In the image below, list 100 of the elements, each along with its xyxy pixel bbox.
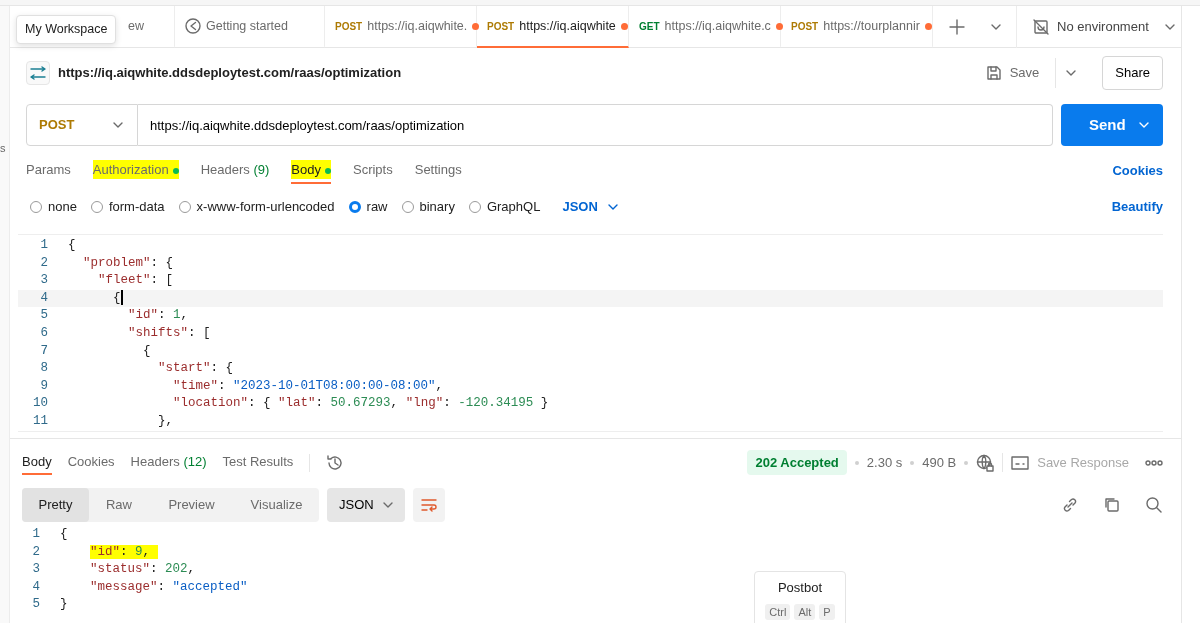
request-tab[interactable]: POST https://tourplannir <box>781 6 933 48</box>
code-line: "location": { "lat": 50.67293, "lng": -120.34195 } <box>172 395 549 413</box>
line-number: 5 <box>39 307 49 325</box>
body-type-radio[interactable]: GraphQL <box>468 197 541 217</box>
response-tab[interactable]: Body <box>22 449 52 476</box>
code-line: "problem": { <box>82 254 174 272</box>
line-number: 7 <box>39 342 49 360</box>
code-line: { <box>142 342 151 360</box>
line-number: 6 <box>39 324 49 342</box>
more-button[interactable] <box>1145 458 1163 467</box>
url-field[interactable]: https://iq.aiqwhite.ddsdeploytest.com/raas/optimization <box>138 104 1053 146</box>
copy-icon <box>1103 496 1121 514</box>
plus-icon <box>949 18 965 35</box>
history-icon <box>326 453 345 472</box>
response-size: 490 B <box>922 453 957 472</box>
method-label: POST <box>791 19 819 34</box>
response-tab[interactable]: Test Results <box>222 449 294 476</box>
postbot-label: Postbot <box>777 579 823 597</box>
response-time: 2.30 s <box>866 453 903 472</box>
keyboard-key: P <box>819 603 835 620</box>
request-tab[interactable]: POST https://iq.aiqwhite. <box>325 6 477 48</box>
code-line: "message": "accepted" <box>89 578 248 596</box>
http-arrows-icon <box>29 66 47 80</box>
request-section-tab[interactable]: Settings <box>414 158 462 184</box>
more-icon <box>1145 458 1163 467</box>
status-badge: 202 Accepted <box>747 449 847 476</box>
body-type-radio[interactable]: form-data <box>90 197 165 217</box>
request-tab[interactable]: Getting started <box>175 6 325 48</box>
request-body-editor[interactable]: 1 { 2 "problem": { 3 "fleet": [ 4 { 5 "id": 1, 6 "shifts": [ 7 { 8 "start": { 9 "time": "2023-10-01T08:00:00-08:00", 10 "location": { "lat": 50.67293, "lng": -120.34195 } 11 }, <box>18 234 1163 432</box>
request-section-tab[interactable]: Scripts <box>353 158 393 184</box>
code-line: "id": 1, <box>127 307 189 325</box>
tooltip: My Workspace <box>16 15 117 44</box>
history-button[interactable] <box>309 453 345 472</box>
request-section-tab[interactable]: Headers (9) <box>200 158 270 184</box>
body-type-radio[interactable]: x-www-form-urlencoded <box>178 197 335 217</box>
separator-dot <box>854 460 859 465</box>
request-section-tab[interactable]: Params <box>26 158 71 184</box>
line-number: 9 <box>39 377 49 395</box>
code-line: }, <box>157 412 174 430</box>
new-tab-button[interactable] <box>949 18 965 35</box>
method-label: POST <box>487 19 515 34</box>
tab-label: https://iq.aiqwhite <box>519 17 616 35</box>
tab-label: https://iq.aiqwhite.c <box>664 17 771 35</box>
response-format-dropdown[interactable]: JSON <box>327 488 405 522</box>
line-number: 8 <box>39 360 49 378</box>
request-title: https://iq.aiqwhite.ddsdeploytest.com/raas/optimization <box>58 64 402 83</box>
sidebar-text-fragment: s <box>0 142 6 154</box>
text-cursor <box>120 289 123 305</box>
line-number: 1 <box>31 526 41 543</box>
line-number: 10 <box>32 395 49 413</box>
method-label: GET <box>639 19 660 34</box>
beautify-link[interactable]: Beautify <box>1111 197 1163 217</box>
view-mode-tab[interactable]: Visualize <box>234 488 319 522</box>
code-line: "time": "2023-10-01T08:00:00-08:00", <box>172 377 444 395</box>
response-tab[interactable]: Headers (12) <box>130 449 207 476</box>
link-icon <box>1061 496 1079 514</box>
line-number: 2 <box>31 543 41 561</box>
tab-label: Getting started <box>206 17 288 35</box>
code-line: } <box>60 596 68 614</box>
request-tab[interactable]: GET https://iq.aiqwhite.c <box>629 6 781 48</box>
view-mode-tab[interactable]: Pretty <box>22 488 89 522</box>
search-icon <box>1145 496 1163 514</box>
line-number: 4 <box>31 578 41 596</box>
line-number: 3 <box>39 272 49 290</box>
cookies-link[interactable]: Cookies <box>1112 161 1163 181</box>
tab-label: https://tourplannir <box>823 17 920 35</box>
send-button[interactable]: Send <box>1061 104 1163 146</box>
copy-link-button[interactable] <box>1061 496 1079 514</box>
line-number: 2 <box>39 254 49 272</box>
separator-dot <box>910 460 915 465</box>
line-number: 1 <box>39 237 49 254</box>
save-button[interactable]: Save <box>985 63 1040 83</box>
response-tab[interactable]: Cookies <box>67 449 115 476</box>
copy-button[interactable] <box>1103 496 1121 514</box>
method-dropdown[interactable]: POST <box>26 104 138 146</box>
wrap-lines-icon <box>420 497 438 513</box>
postbot-popup[interactable]: Postbot Ctrl Alt P <box>754 571 846 623</box>
share-button[interactable]: Share <box>1102 56 1163 90</box>
request-tab[interactable]: POST https://iq.aiqwhite <box>477 6 629 48</box>
tab-label: https://iq.aiqwhite. <box>367 17 468 35</box>
view-mode-tab[interactable]: Preview <box>149 488 234 522</box>
environment-selector[interactable]: No environment <box>1016 5 1181 48</box>
line-number: 11 <box>32 412 49 430</box>
globe-lock-icon <box>976 453 995 472</box>
view-mode-tab[interactable]: Raw <box>89 488 149 522</box>
body-type-radio[interactable]: none <box>30 197 77 217</box>
search-button[interactable] <box>1145 496 1163 514</box>
code-line: { <box>112 289 121 307</box>
body-type-radio[interactable]: binary <box>401 197 455 217</box>
body-type-radio[interactable]: raw <box>348 197 388 217</box>
format-dropdown[interactable]: JSON <box>562 197 620 217</box>
method-label: POST <box>335 19 363 34</box>
keyboard-key: Alt <box>794 603 816 620</box>
line-number: 4 <box>39 289 49 307</box>
line-number: 5 <box>31 596 41 614</box>
code-line: { <box>60 526 68 543</box>
line-number: 3 <box>31 561 41 579</box>
code-line: "fleet": [ <box>97 272 174 290</box>
tab-label: ew <box>128 17 144 35</box>
code-line: "start": { <box>157 360 234 378</box>
